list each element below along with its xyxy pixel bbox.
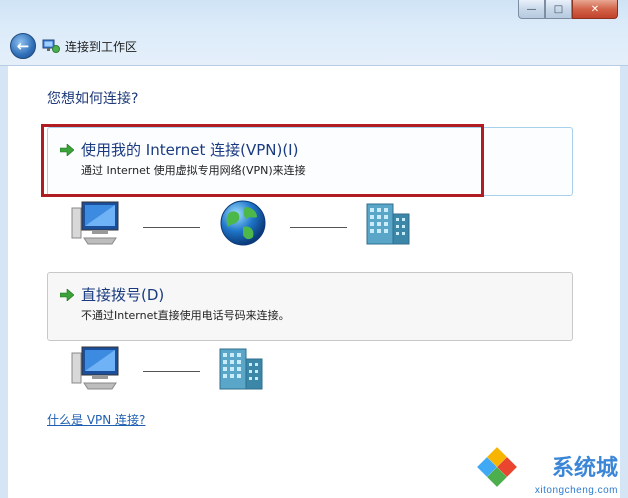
green-arrow-icon [60, 289, 74, 301]
dialup-option-description: 不通过Internet直接使用电话号码来连接。 [81, 309, 290, 322]
vpn-help-link[interactable]: 什么是 VPN 连接? [47, 411, 145, 428]
page-heading: 您想如何连接? [47, 91, 139, 107]
highlight-box [41, 124, 484, 197]
back-arrow-icon: ← [16, 37, 30, 55]
connection-line [143, 371, 200, 372]
watermark-url: xitongcheng.com [534, 485, 618, 496]
network-wizard-icon [42, 39, 60, 53]
close-button[interactable]: ✕ [572, 0, 618, 19]
corporate-building-icon [366, 203, 410, 245]
dialup-option-button[interactable]: 直接拨号(D) 不通过Internet直接使用电话号码来连接。 [47, 272, 573, 341]
maximize-button[interactable]: □ [545, 0, 572, 19]
connection-line [290, 227, 347, 228]
window-controls: — □ ✕ [518, 0, 618, 20]
watermark-brand: 系统城 [551, 456, 618, 481]
internet-globe-icon [220, 200, 266, 246]
back-button[interactable]: ← [10, 33, 36, 59]
dialup-option-title: 直接拨号(D) [81, 286, 165, 304]
window-title: 连接到工作区 [65, 40, 138, 54]
corporate-building-icon [219, 348, 263, 390]
window-title-bar: — □ ✕ ← 连接到工作区 [0, 0, 628, 66]
computer-icon [71, 201, 119, 245]
minimize-button[interactable]: — [518, 0, 545, 19]
computer-icon [71, 346, 119, 390]
connection-line [143, 227, 200, 228]
